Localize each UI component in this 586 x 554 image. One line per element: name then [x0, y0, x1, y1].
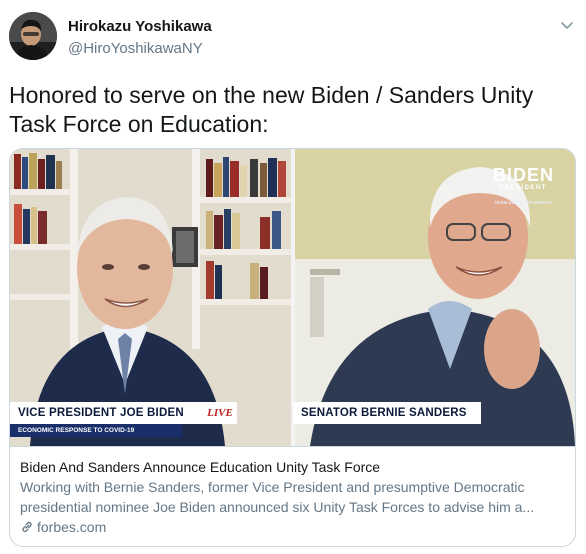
card-domain-text[interactable]: forbes.com [37, 517, 106, 537]
tweet-text: Honored to serve on the new Biden / Sand… [9, 82, 534, 137]
card-domain[interactable]: forbes.com [20, 517, 565, 537]
avatar[interactable] [9, 12, 57, 60]
avatar-image [9, 12, 57, 60]
campaign-logo-tagline: TEAM UNITED TO DEFEAT [494, 200, 552, 205]
card-body[interactable]: Biden And Sanders Announce Education Uni… [10, 446, 575, 546]
card-media[interactable]: BIDEN PRESIDENT TEAM UNITED TO DEFEAT VI… [10, 149, 575, 446]
card-title[interactable]: Biden And Sanders Announce Education Uni… [20, 457, 565, 477]
author-name[interactable]: Hirokazu Yoshikawa [68, 18, 212, 35]
card-description-line: Working with Bernie Sanders, former Vice… [20, 479, 525, 495]
link-icon [22, 521, 32, 533]
campaign-logo: BIDEN PRESIDENT TEAM UNITED TO DEFEAT [493, 166, 553, 206]
link-card[interactable]: BIDEN PRESIDENT TEAM UNITED TO DEFEAT VI… [9, 148, 576, 547]
campaign-logo-main: BIDEN [493, 165, 555, 185]
campaign-logo-sub: PRESIDENT [499, 185, 547, 191]
lower-third-subcaption: ECONOMIC RESPONSE TO COVID-19 [10, 424, 182, 437]
lower-third-sanders: SENATOR BERNIE SANDERS [293, 402, 481, 424]
chevron-down-icon[interactable] [560, 18, 574, 32]
author-handle[interactable]: @HiroYoshikawaNY [68, 40, 203, 57]
card-description: Working with Bernie Sanders, former Vice… [20, 477, 565, 517]
live-badge: LIVE [207, 407, 233, 419]
tweet[interactable]: Hirokazu Yoshikawa @HiroYoshikawaNY Hono… [0, 0, 586, 554]
card-description-line: presidential nominee Joe Biden announced… [20, 499, 535, 515]
